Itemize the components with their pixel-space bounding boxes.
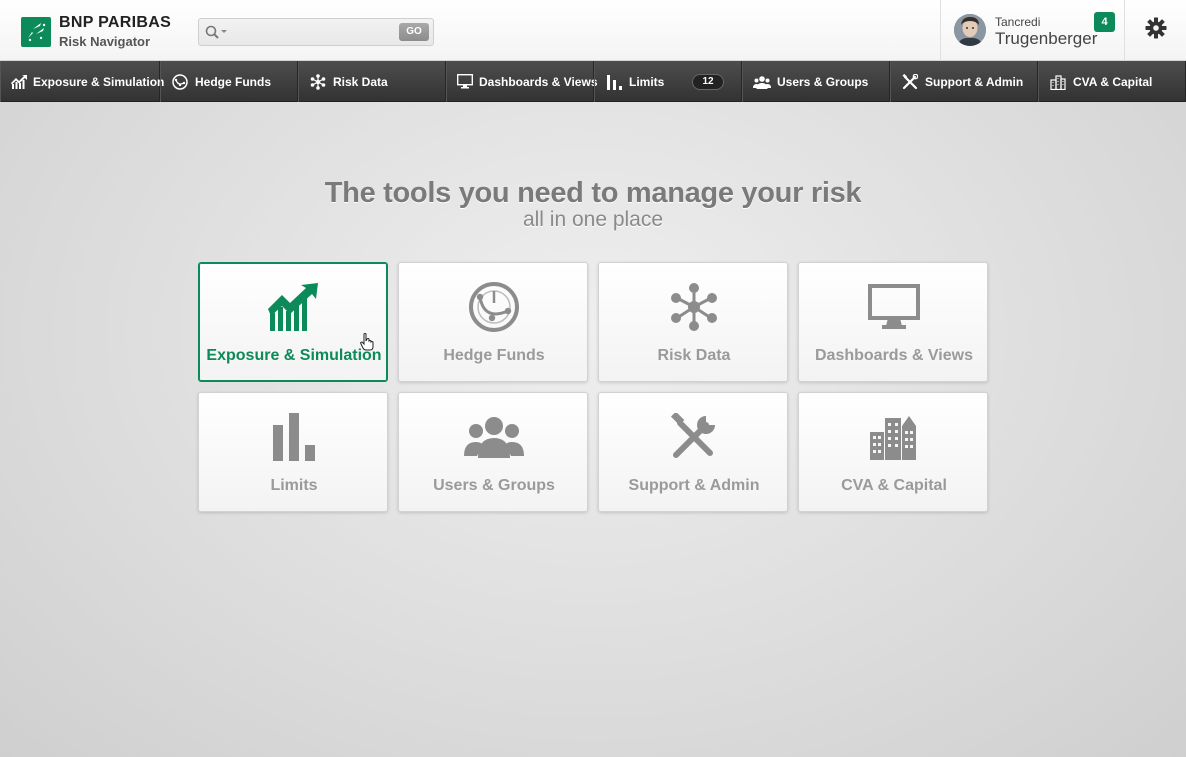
tools-icon bbox=[901, 73, 919, 91]
search-input[interactable] bbox=[231, 23, 391, 41]
tile-limits[interactable]: Limits bbox=[198, 392, 388, 512]
brand-name: BNP PARIBAS bbox=[59, 14, 172, 31]
tile-label: Hedge Funds bbox=[443, 347, 545, 364]
nav-item-dashboards-views[interactable]: Dashboards & Views bbox=[446, 61, 598, 102]
tile-label: Users & Groups bbox=[433, 477, 555, 494]
hand-cursor-icon bbox=[360, 333, 374, 356]
nav-item-risk-data[interactable]: Risk Data bbox=[298, 61, 446, 102]
search-go-button[interactable]: GO bbox=[399, 23, 429, 41]
nav-item-limits[interactable]: Limits 12 bbox=[594, 61, 742, 102]
page-headline: The tools you need to manage your risk bbox=[324, 177, 862, 209]
hedge-funds-icon bbox=[399, 281, 589, 333]
bar-chart-icon bbox=[199, 411, 389, 463]
nav-label: Hedge Funds bbox=[195, 74, 272, 89]
nav-label: Limits bbox=[629, 74, 665, 89]
network-icon bbox=[599, 281, 789, 333]
notification-badge[interactable]: 4 bbox=[1094, 12, 1115, 32]
monitor-icon bbox=[457, 73, 473, 91]
nav-item-cva-capital[interactable]: CVA & Capital bbox=[1038, 61, 1186, 102]
trend-chart-icon bbox=[199, 281, 389, 333]
tile-support-admin[interactable]: Support & Admin bbox=[598, 392, 788, 512]
nav-label: CVA & Capital bbox=[1073, 74, 1153, 89]
tile-cva-capital[interactable]: CVA & Capital bbox=[798, 392, 988, 512]
monitor-icon bbox=[799, 281, 989, 333]
page-subline: all in one place bbox=[522, 208, 664, 231]
user-first-name: Tancredi bbox=[995, 15, 1041, 29]
users-icon bbox=[399, 411, 589, 463]
tools-icon bbox=[599, 411, 789, 463]
gear-icon bbox=[1145, 17, 1167, 44]
nav-item-support-admin[interactable]: Support & Admin bbox=[890, 61, 1038, 102]
tile-users-groups[interactable]: Users & Groups bbox=[398, 392, 588, 512]
nav-label: Exposure & Simulation bbox=[33, 74, 165, 89]
nav-item-exposure-simulation[interactable]: Exposure & Simulation bbox=[0, 61, 164, 102]
hedge-funds-icon bbox=[171, 73, 189, 91]
nav-label: Support & Admin bbox=[925, 74, 1024, 89]
nav-label: Risk Data bbox=[333, 74, 388, 89]
users-icon bbox=[753, 73, 771, 91]
main-nav: Exposure & Simulation Hedge Funds Risk D… bbox=[0, 61, 1186, 102]
brand-subtitle: Risk Navigator bbox=[59, 34, 151, 49]
avatar[interactable] bbox=[954, 14, 986, 46]
header: BNP PARIBAS Risk Navigator GO Tancredi T… bbox=[0, 0, 1186, 61]
limits-count-badge: 12 bbox=[692, 74, 724, 90]
bar-chart-icon bbox=[605, 73, 623, 91]
network-icon bbox=[309, 73, 327, 91]
tile-dashboards-views[interactable]: Dashboards & Views bbox=[798, 262, 988, 382]
buildings-icon bbox=[799, 411, 989, 463]
tile-label: Support & Admin bbox=[628, 477, 760, 494]
nav-label: Dashboards & Views bbox=[479, 74, 598, 89]
search-icon[interactable] bbox=[205, 25, 229, 46]
nav-label: Users & Groups bbox=[777, 74, 869, 89]
tile-label: CVA & Capital bbox=[841, 477, 947, 494]
tile-exposure-simulation[interactable]: Exposure & Simulation bbox=[198, 262, 388, 382]
buildings-icon bbox=[1049, 73, 1067, 91]
tile-label: Risk Data bbox=[657, 347, 731, 364]
bnp-logo-icon[interactable] bbox=[21, 17, 51, 47]
trend-chart-icon bbox=[11, 73, 27, 91]
tile-hedge-funds[interactable]: Hedge Funds bbox=[398, 262, 588, 382]
tile-label: Limits bbox=[270, 477, 318, 494]
tile-label: Dashboards & Views bbox=[815, 347, 973, 364]
tile-risk-data[interactable]: Risk Data bbox=[598, 262, 788, 382]
search-box: GO bbox=[198, 18, 434, 46]
user-last-name: Trugenberger bbox=[995, 29, 1098, 48]
nav-item-users-groups[interactable]: Users & Groups bbox=[742, 61, 890, 102]
nav-item-hedge-funds[interactable]: Hedge Funds bbox=[160, 61, 298, 102]
user-profile[interactable]: Tancredi Trugenberger 4 bbox=[940, 0, 1125, 61]
settings-button[interactable] bbox=[1126, 0, 1186, 61]
